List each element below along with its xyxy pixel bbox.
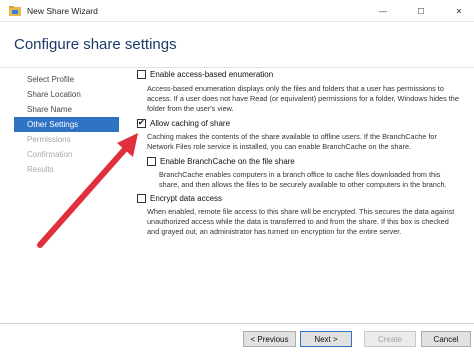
- maximize-icon: ☐: [417, 6, 425, 16]
- maximize-button[interactable]: ☐: [406, 0, 436, 22]
- close-icon: ✕: [455, 6, 463, 16]
- encrypt-desc-line-1: When enabled, remote file access to this…: [147, 207, 455, 216]
- encrypt-desc-line-2: unauthorized access while the data is tr…: [147, 217, 449, 226]
- abe-desc-line-2: access. If a user does not have Read (or…: [147, 94, 459, 103]
- encrypt-label[interactable]: Encrypt data access: [150, 194, 222, 203]
- abe-label[interactable]: Enable access-based enumeration: [150, 70, 273, 79]
- footer-divider: [0, 323, 474, 324]
- encrypt-checkbox[interactable]: [137, 194, 146, 203]
- branchcache-checkbox[interactable]: [147, 157, 156, 166]
- nav-item-share-name[interactable]: Share Name: [14, 102, 119, 117]
- branchcache-desc-line-1: BranchCache enables computers in a branc…: [159, 170, 441, 179]
- page-title: Configure share settings: [14, 36, 177, 53]
- nav-item-select-profile[interactable]: Select Profile: [14, 72, 119, 87]
- wizard-steps-nav: Select Profile Share Location Share Name…: [14, 72, 119, 177]
- abe-checkbox[interactable]: [137, 70, 146, 79]
- nav-item-confirmation: Confirmation: [27, 150, 73, 159]
- next-button[interactable]: Next >: [300, 331, 352, 347]
- nav-item-permissions: Permissions: [27, 135, 71, 144]
- wizard-header: Configure share settings: [0, 22, 474, 68]
- nav-item-other-settings[interactable]: Other Settings: [14, 117, 119, 132]
- close-button[interactable]: ✕: [444, 0, 474, 22]
- share-wizard-icon: [9, 6, 21, 16]
- minimize-icon: —: [379, 6, 387, 16]
- cancel-button[interactable]: Cancel: [421, 331, 471, 347]
- window-title: New Share Wizard: [27, 6, 98, 16]
- caching-desc-line-1: Caching makes the contents of the share …: [147, 132, 437, 141]
- previous-button[interactable]: < Previous: [243, 331, 296, 347]
- branchcache-label[interactable]: Enable BranchCache on the file share: [160, 157, 295, 166]
- caching-label[interactable]: Allow caching of share: [150, 119, 230, 128]
- branchcache-desc-line-2: share, and then allows the files to be s…: [159, 180, 447, 189]
- abe-desc-line-1: Access-based enumeration displays only t…: [147, 84, 444, 93]
- minimize-button[interactable]: —: [368, 0, 398, 22]
- encrypt-desc-line-3: and grayed out, an administrator has tur…: [147, 227, 402, 236]
- annotation-arrow-head: [117, 133, 138, 157]
- window-titlebar: New Share Wizard — ☐ ✕: [0, 0, 474, 22]
- nav-item-results: Results: [27, 165, 54, 174]
- caching-checkbox[interactable]: [137, 118, 146, 128]
- caching-desc-line-2: Network Files role service is installed,…: [147, 142, 412, 151]
- create-button: Create: [364, 331, 416, 347]
- nav-item-share-location[interactable]: Share Location: [14, 87, 119, 102]
- abe-desc-line-3: folder from the user's view.: [147, 104, 234, 113]
